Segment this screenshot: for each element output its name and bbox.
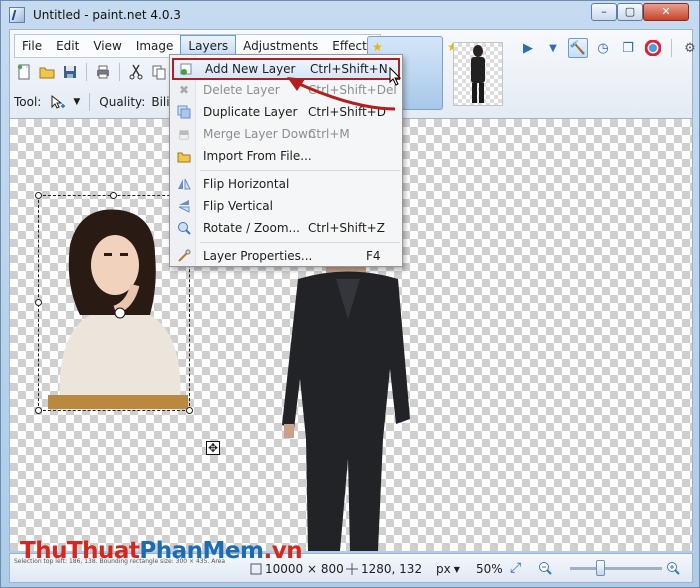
zoom-in-icon[interactable] <box>666 561 680 575</box>
zoom-slider-handle[interactable] <box>596 560 605 576</box>
zoom-to-window-icon[interactable]: ⤢ <box>510 560 521 576</box>
history-window-icon[interactable]: ◷ <box>593 38 613 58</box>
menu-item-label: Add New Layer <box>205 62 296 76</box>
print-icon[interactable] <box>93 62 113 82</box>
save-icon[interactable] <box>60 62 80 82</box>
flip-vertical-icon <box>172 195 196 217</box>
cursor-position-readout: 1280, 132 <box>346 562 422 576</box>
dropdown-icon[interactable]: ▼ <box>543 38 563 58</box>
menu-item-label: Layer Properties... <box>203 249 313 263</box>
menu-item-shortcut: Ctrl+M <box>308 127 350 141</box>
move-cursor-icon: ✥ <box>206 441 220 455</box>
quality-label: Quality: <box>99 95 146 109</box>
menu-edit[interactable]: Edit <box>49 35 86 57</box>
tool-dropdown-icon[interactable]: ▼ <box>73 97 80 107</box>
toolbar-separator <box>86 63 87 81</box>
watermark-logo: ThuThuatPhanMem.vn <box>20 538 303 564</box>
tool-options-row: Tool: ▼ Quality: Bilin <box>14 90 177 114</box>
menu-view[interactable]: View <box>86 35 128 57</box>
menu-separator <box>200 242 400 243</box>
menu-item-layer-properties[interactable]: Layer Properties... F4 <box>172 245 400 267</box>
rotate-zoom-icon <box>172 217 196 239</box>
selection-handle[interactable] <box>35 192 42 199</box>
menu-item-rotate-zoom[interactable]: Rotate / Zoom... Ctrl+Shift+Z <box>172 217 400 239</box>
layer-properties-icon <box>172 245 196 267</box>
merge-layer-icon: ⬒ <box>178 127 190 141</box>
annotation-arrow-icon <box>287 77 396 111</box>
open-file-icon[interactable] <box>37 62 57 82</box>
status-bar: Selection top left: 186, 138. Bounding r… <box>9 538 693 583</box>
menu-item-import-from-file[interactable]: Import From File... <box>172 145 400 167</box>
zoom-slider-track[interactable] <box>570 567 662 570</box>
toolbar-separator <box>119 63 120 81</box>
flip-horizontal-icon <box>172 173 196 195</box>
import-file-icon <box>172 145 196 167</box>
paintnet-app-icon[interactable] <box>9 7 25 23</box>
maximize-button[interactable]: ▢ <box>617 3 643 21</box>
colors-window-icon[interactable] <box>643 38 663 58</box>
menu-file[interactable]: File <box>15 35 49 57</box>
settings-gear-icon[interactable]: ⚙ <box>680 38 700 58</box>
star-icon: ★ <box>372 40 383 54</box>
menu-item-shortcut: Ctrl+Shift+Z <box>308 221 385 235</box>
delete-layer-icon: ✖ <box>178 83 190 97</box>
image-tab-thumbnail[interactable] <box>453 42 503 106</box>
close-button[interactable]: ✕ <box>643 3 689 21</box>
menu-item-label: Delete Layer <box>203 83 280 97</box>
menu-item-label: Duplicate Layer <box>203 105 298 119</box>
image-size-readout: 10000 × 800 <box>250 562 344 576</box>
layers-window-icon[interactable]: ❐ <box>618 38 638 58</box>
man-photo-layer <box>282 259 410 551</box>
menu-item-merge-layer-down[interactable]: ⬒ Merge Layer Down Ctrl+M <box>172 123 400 145</box>
duplicate-layer-icon <box>172 101 196 123</box>
add-layer-icon <box>174 58 198 80</box>
man-thumbnail-icon <box>471 45 485 103</box>
selection-rectangle[interactable] <box>38 195 190 411</box>
menu-item-label: Flip Vertical <box>203 199 273 213</box>
cut-icon[interactable] <box>126 62 146 82</box>
menu-item-label: Rotate / Zoom... <box>203 221 300 235</box>
window-title: Untitled - paint.net 4.0.3 <box>33 8 181 22</box>
new-image-icon[interactable] <box>14 62 34 82</box>
selection-handle[interactable] <box>186 407 193 414</box>
move-selection-tool-icon[interactable] <box>47 92 67 112</box>
selection-handle[interactable] <box>110 192 117 199</box>
units-select[interactable]: px ▼ <box>436 562 460 576</box>
zoom-readout[interactable]: 50% <box>476 562 503 576</box>
tool-label: Tool: <box>14 95 42 109</box>
toolbar-separator <box>671 39 672 57</box>
zoom-out-icon[interactable] <box>538 561 552 575</box>
menu-item-label: Import From File... <box>203 149 312 163</box>
title-bar[interactable]: Untitled - paint.net 4.0.3 – ▢ ✕ <box>1 1 700 29</box>
play-icon[interactable]: ▶ <box>518 38 538 58</box>
selection-handle[interactable] <box>35 407 42 414</box>
menu-item-flip-vertical[interactable]: Flip Vertical <box>172 195 400 217</box>
menu-item-flip-horizontal[interactable]: Flip Horizontal <box>172 173 400 195</box>
mouse-pointer-icon <box>389 67 402 86</box>
utility-toolbar: ▶ ▼ 🔨 ◷ ❐ ⚙ ? <box>518 38 700 58</box>
tools-window-icon[interactable]: 🔨 <box>568 38 588 58</box>
main-toolbar <box>14 60 169 84</box>
menu-item-label: Flip Horizontal <box>203 177 290 191</box>
copy-icon[interactable] <box>149 62 169 82</box>
menu-item-shortcut: F4 <box>366 249 381 263</box>
selection-handle[interactable] <box>35 299 42 306</box>
menu-separator <box>200 170 400 171</box>
cursor-position-icon <box>346 563 358 575</box>
minimize-button[interactable]: – <box>591 3 617 21</box>
app-window: Untitled - paint.net 4.0.3 – ▢ ✕ File Ed… <box>0 0 700 588</box>
image-size-icon <box>250 563 262 575</box>
menu-item-label: Merge Layer Down <box>203 127 316 141</box>
toolbar-separator <box>89 93 91 111</box>
